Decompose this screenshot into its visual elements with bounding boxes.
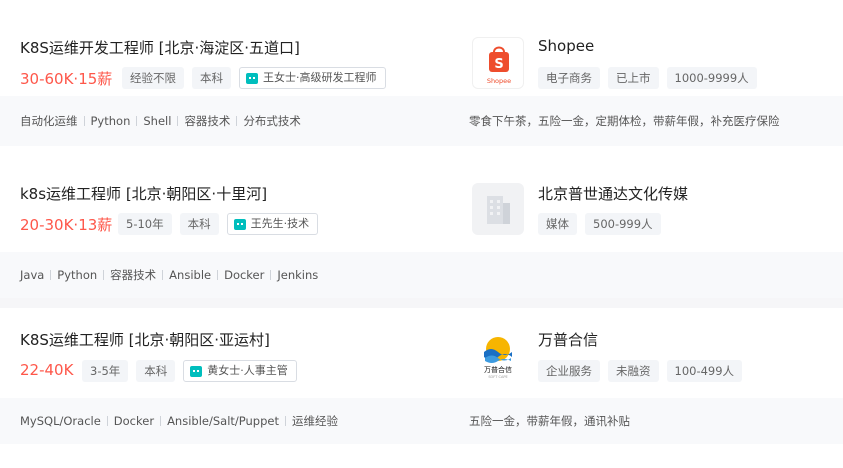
company-tags: 企业服务 未融资 100-499人 <box>538 360 743 382</box>
company-name[interactable]: Shopee <box>538 37 594 55</box>
experience-tag: 经验不限 <box>122 67 184 89</box>
job-card[interactable]: K8S运维工程师 [北京·朝阳区·亚运村] 22-40K 3-5年 本科 黄女士… <box>0 308 843 468</box>
svg-text:S: S <box>494 57 503 72</box>
job-salary: 22-40K <box>20 361 74 379</box>
size-tag: 1000-9999人 <box>666 67 757 89</box>
job-tags: 经验不限 本科 王女士·高级研发工程师 <box>122 67 386 89</box>
job-card[interactable]: k8s运维工程师 [北京·朝阳区·十里河] 20-30K·13薪 5-10年 本… <box>0 146 843 298</box>
skill-tag: Java <box>20 268 45 282</box>
industry-tag: 企业服务 <box>538 360 600 382</box>
chat-icon <box>190 365 203 377</box>
job-title[interactable]: k8s运维工程师 [北京·朝阳区·十里河] <box>20 183 267 204</box>
logo-subtext: SOFT CAPE <box>488 375 507 379</box>
job-title[interactable]: K8S运维工程师 [北京·朝阳区·亚运村] <box>20 329 270 350</box>
education-tag: 本科 <box>179 213 219 235</box>
wanpu-sun-wave-logo-icon: 万普合信 SOFT CAPE <box>484 337 512 379</box>
skill-tag: 自动化运维 <box>20 114 78 128</box>
shopee-bag-logo-icon: S Shopee <box>487 46 511 85</box>
building-placeholder-logo-icon <box>487 196 510 224</box>
skill-tag: 容器技术 <box>97 267 156 283</box>
size-tag: 500-999人 <box>585 213 661 235</box>
funding-tag: 未融资 <box>608 360 659 382</box>
benefits-text: 零食下午茶，五险一金，定期体检，带薪年假，补充医疗保险 <box>469 114 780 128</box>
skill-tag: 运维经验 <box>279 413 338 429</box>
logo-text: Shopee <box>487 77 511 85</box>
experience-tag: 5-10年 <box>118 213 172 235</box>
skill-tag: Ansible/Salt/Puppet <box>154 414 279 428</box>
recruiter-badge[interactable]: 王先生·技术 <box>226 213 319 235</box>
industry-tag: 媒体 <box>538 213 577 235</box>
job-salary: 20-30K·13薪 <box>20 216 113 234</box>
skill-tag: 容器技术 <box>171 113 230 129</box>
card-footer: MySQL/Oracle Docker Ansible/Salt/Puppet … <box>0 398 843 444</box>
company-logo[interactable]: 万普合信 SOFT CAPE <box>472 330 524 382</box>
skill-list: MySQL/Oracle Docker Ansible/Salt/Puppet … <box>20 398 338 444</box>
industry-tag: 电子商务 <box>538 67 600 89</box>
company-tags: 电子商务 已上市 1000-9999人 <box>538 67 757 89</box>
skill-tag: Docker <box>101 414 154 428</box>
company-logo[interactable]: S Shopee <box>472 37 524 89</box>
recruiter-name: 黄女士·人事主管 <box>207 364 288 377</box>
skill-tag: Shell <box>130 114 171 128</box>
company-tags: 媒体 500-999人 <box>538 213 661 235</box>
skill-tag: MySQL/Oracle <box>20 414 101 428</box>
funding-tag: 已上市 <box>608 67 659 89</box>
card-footer: 自动化运维 Python Shell 容器技术 分布式技术 零食下午茶，五险一金… <box>0 96 843 146</box>
company-logo[interactable] <box>472 183 524 235</box>
recruiter-badge[interactable]: 王女士·高级研发工程师 <box>239 67 386 89</box>
chat-icon <box>246 72 258 84</box>
education-tag: 本科 <box>136 360 176 382</box>
skill-tag: Jenkins <box>264 268 318 282</box>
recruiter-badge[interactable]: 黄女士·人事主管 <box>183 360 297 382</box>
skill-tag: 分布式技术 <box>230 113 301 129</box>
skill-list: 自动化运维 Python Shell 容器技术 分布式技术 <box>20 96 301 146</box>
skill-tag: Python <box>78 114 131 128</box>
recruiter-name: 王女士·高级研发工程师 <box>263 71 377 84</box>
experience-tag: 3-5年 <box>82 360 129 382</box>
card-footer: Java Python 容器技术 Ansible Docker Jenkins <box>0 252 843 298</box>
company-name[interactable]: 北京普世通达文化传媒 <box>538 183 688 204</box>
job-tags: 3-5年 本科 黄女士·人事主管 <box>82 360 297 382</box>
job-tags: 5-10年 本科 王先生·技术 <box>118 213 319 235</box>
chat-icon <box>233 218 246 230</box>
size-tag: 100-499人 <box>666 360 743 382</box>
benefits-text: 五险一金，带薪年假，通讯补贴 <box>469 414 630 428</box>
logo-text: 万普合信 <box>484 365 512 374</box>
education-tag: 本科 <box>192 67 231 89</box>
company-name[interactable]: 万普合信 <box>538 329 598 350</box>
skill-tag: Ansible <box>156 268 211 282</box>
job-title[interactable]: K8S运维开发工程师 [北京·海淀区·五道口] <box>20 37 300 58</box>
skill-tag: Docker <box>211 268 264 282</box>
job-salary: 30-60K·15薪 <box>20 70 113 88</box>
job-card[interactable]: K8S运维开发工程师 [北京·海淀区·五道口] 30-60K·15薪 经验不限 … <box>0 0 843 146</box>
recruiter-name: 王先生·技术 <box>250 217 310 230</box>
skill-tag: Python <box>44 268 97 282</box>
skill-list: Java Python 容器技术 Ansible Docker Jenkins <box>20 252 318 298</box>
